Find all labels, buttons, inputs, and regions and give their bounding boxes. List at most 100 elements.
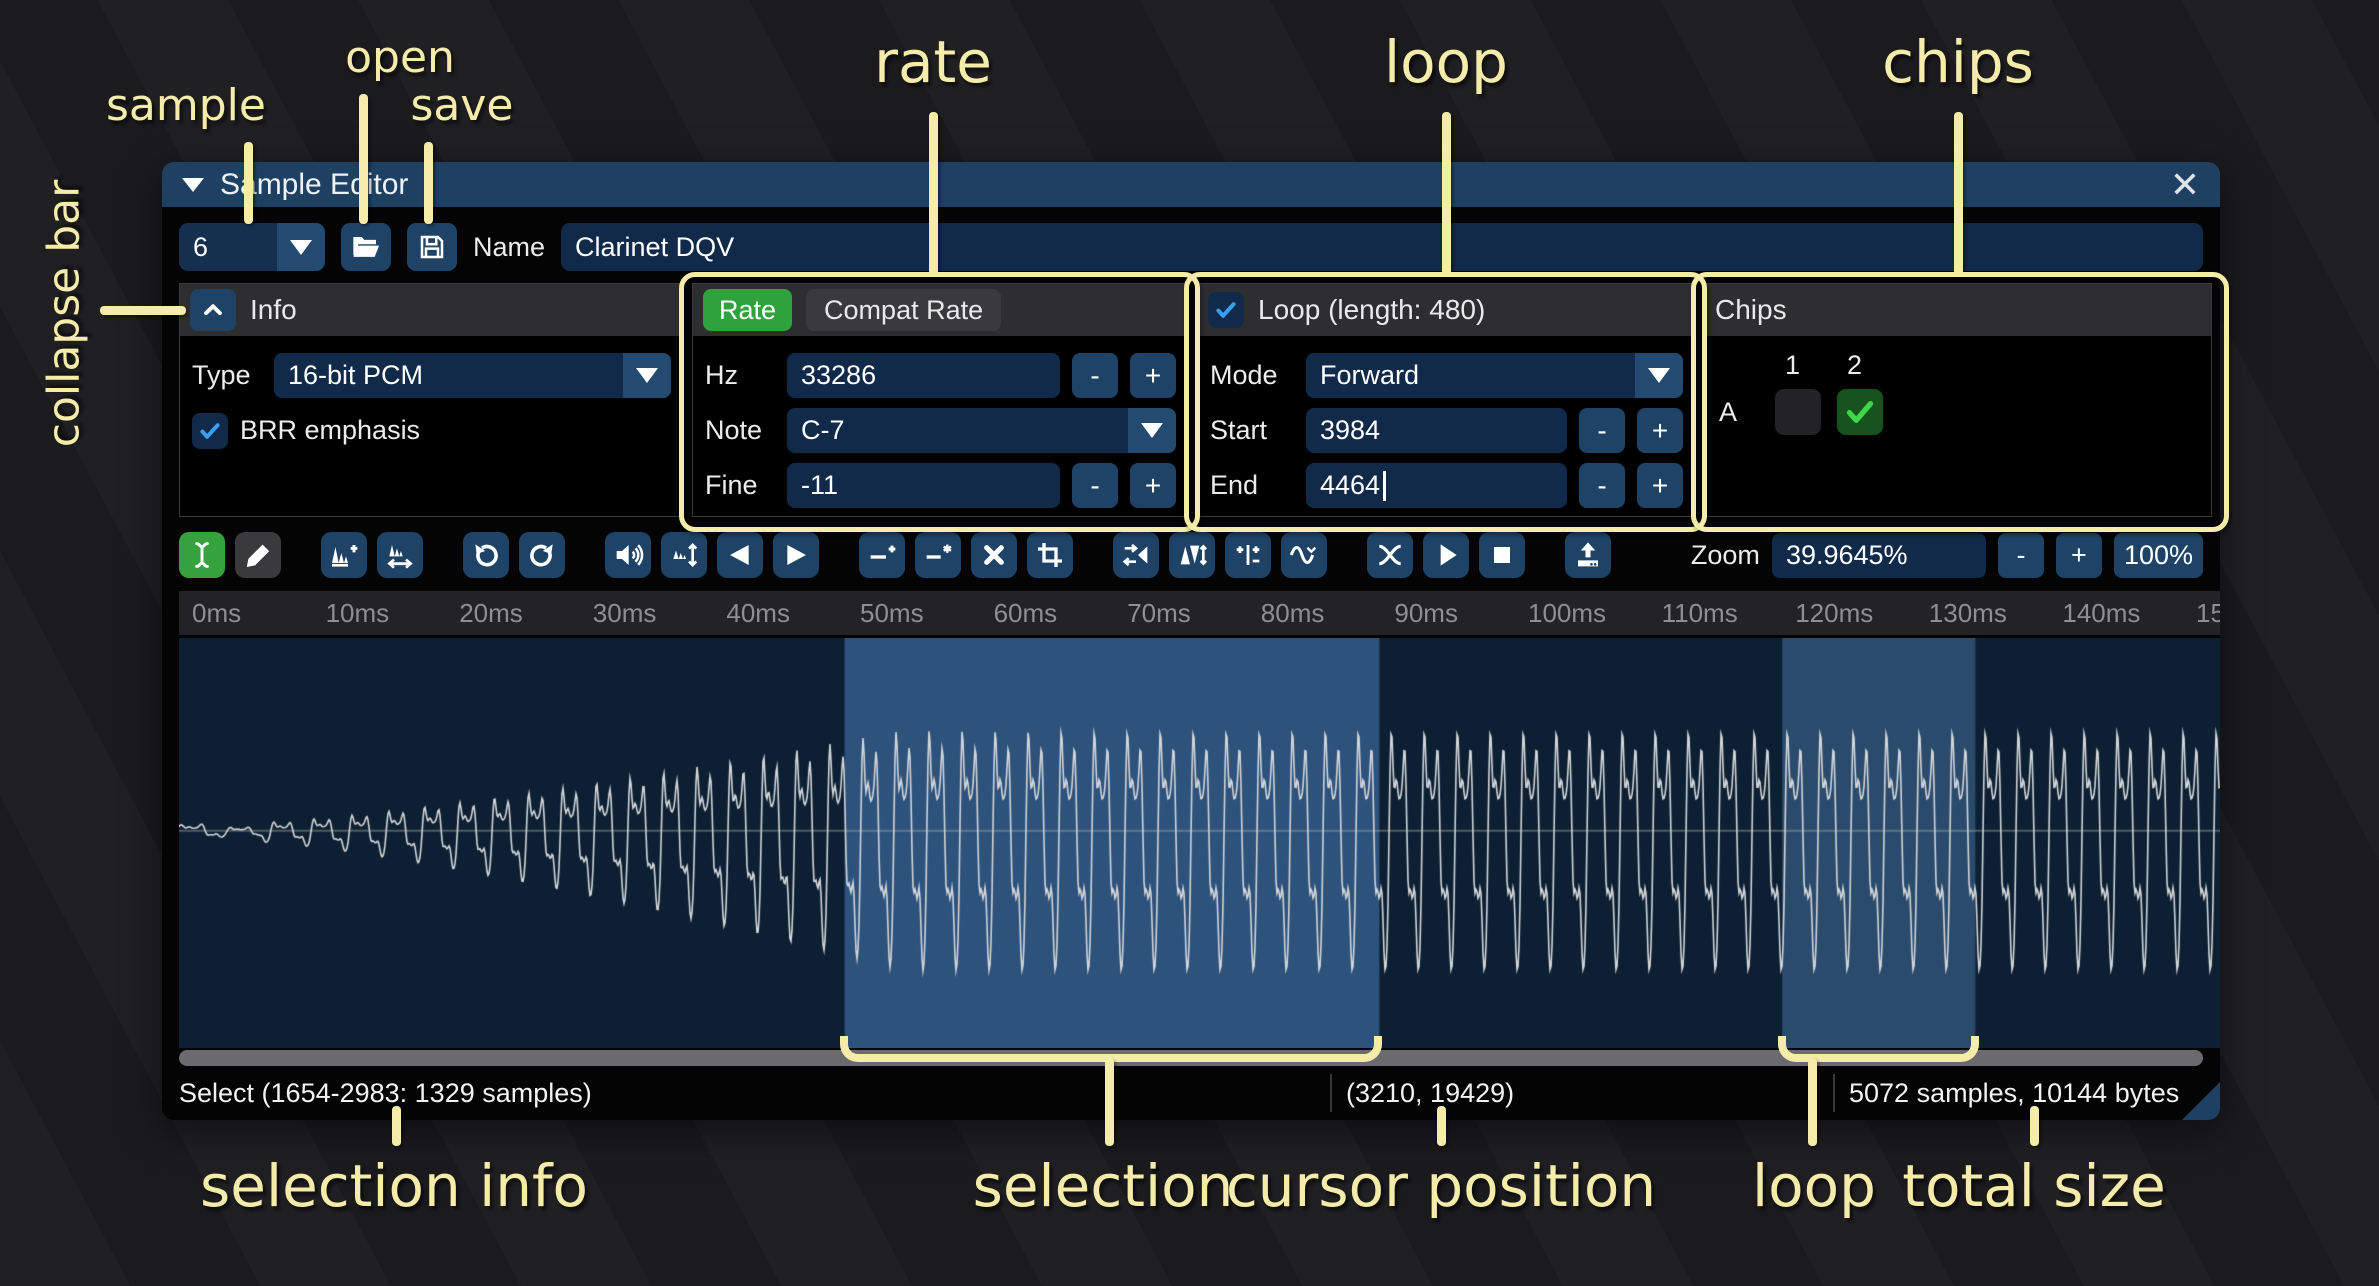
timeline-tick-label: 120ms	[1795, 598, 1873, 629]
zoom-reset-button[interactable]: 100%	[2114, 533, 2203, 578]
timeline-tick-label: 70ms	[1127, 598, 1191, 629]
sign-button[interactable]	[1225, 532, 1271, 578]
loop-enable-checkbox[interactable]	[1208, 292, 1244, 328]
window-collapse-icon[interactable]	[182, 178, 204, 192]
top-controls-row: 6 Name Clarinet DQV	[179, 223, 2203, 271]
loop-start-minus-button[interactable]: -	[1579, 408, 1625, 453]
crossfade-button[interactable]	[1367, 532, 1413, 578]
select-button[interactable]	[179, 532, 225, 578]
reverse-button[interactable]	[1113, 532, 1159, 578]
amplify-button[interactable]	[605, 532, 651, 578]
total-size-text: 5072 samples, 10144 bytes	[1833, 1074, 2220, 1112]
loop-end-plus-button[interactable]: +	[1637, 463, 1683, 508]
collapse-bar-button[interactable]	[190, 289, 236, 331]
loop-end-input[interactable]: 4464	[1306, 463, 1567, 508]
amplify-icon	[612, 539, 644, 571]
timeline-tick-label: 110ms	[1662, 598, 1738, 629]
timeline-tick-label: 90ms	[1394, 598, 1458, 629]
chips-panel: Chips 1 2 A	[1704, 283, 2212, 517]
preview-play-button[interactable]	[1423, 532, 1469, 578]
sample-editor-window: Sample Editor ✕ 6 Name	[162, 162, 2220, 1120]
sample-selector[interactable]: 6	[179, 223, 325, 271]
preview-stop-button[interactable]	[1479, 532, 1525, 578]
name-label: Name	[473, 232, 545, 263]
resize-grip[interactable]	[2182, 1082, 2220, 1120]
zoom-in-button[interactable]: +	[2056, 533, 2102, 578]
chips-panel-title: Chips	[1715, 294, 1787, 326]
loop-end-minus-button[interactable]: -	[1579, 463, 1625, 508]
waveform-scrollbar[interactable]	[179, 1050, 2203, 1066]
annotation-loop-bottom: loop	[1752, 1152, 1876, 1220]
loop-mode-dropdown[interactable]: Forward	[1306, 353, 1683, 398]
resample-button[interactable]	[377, 532, 423, 578]
loop-start-plus-button[interactable]: +	[1637, 408, 1683, 453]
timeline-ruler[interactable]: 0ms10ms20ms30ms40ms50ms60ms70ms80ms90ms1…	[179, 591, 2220, 635]
timeline-tick-label: 100ms	[1528, 598, 1606, 629]
chip-2-checkbox[interactable]	[1837, 389, 1883, 435]
fade-out-button[interactable]	[773, 532, 819, 578]
chips-column-headers: 1 2	[1775, 350, 2211, 381]
fine-minus-button[interactable]: -	[1072, 463, 1118, 508]
normalize-button[interactable]	[661, 532, 707, 578]
waveform-canvas[interactable]	[179, 638, 2220, 1048]
open-sample-button[interactable]	[341, 223, 391, 271]
fine-plus-button[interactable]: +	[1130, 463, 1176, 508]
info-panel: Info Type 16-bit PCM BRR emph	[179, 283, 684, 517]
check-icon	[196, 417, 224, 445]
waveform-view[interactable]	[179, 638, 2220, 1048]
hz-plus-button[interactable]: +	[1130, 353, 1176, 398]
trim-button[interactable]	[1027, 532, 1073, 578]
title-bar[interactable]: Sample Editor ✕	[162, 162, 2220, 207]
info-panel-title: Info	[250, 294, 297, 326]
reverse-icon	[1120, 539, 1152, 571]
annotation-sample: sample	[106, 80, 266, 131]
undo-button[interactable]	[463, 532, 509, 578]
rate-button[interactable]: Rate	[703, 289, 792, 331]
hz-input[interactable]: 33286	[787, 353, 1060, 398]
sample-toolbar: Zoom 39.9645% - + 100%	[179, 529, 2203, 581]
type-dropdown-arrow[interactable]	[623, 353, 671, 398]
timeline-tick-label: 10ms	[326, 598, 390, 629]
invert-button[interactable]	[1169, 532, 1215, 578]
mode-label: Mode	[1210, 360, 1294, 391]
chevron-up-icon	[198, 295, 228, 325]
brr-emphasis-checkbox[interactable]	[192, 413, 228, 449]
loop-start-label: Start	[1210, 415, 1294, 446]
insert-silence-button[interactable]	[859, 532, 905, 578]
fine-label: Fine	[705, 470, 775, 501]
hz-minus-button[interactable]: -	[1072, 353, 1118, 398]
chip-1-checkbox[interactable]	[1775, 389, 1821, 435]
crossfade-icon	[1374, 539, 1406, 571]
redo-icon	[526, 539, 558, 571]
redo-button[interactable]	[519, 532, 565, 578]
hz-label: Hz	[705, 360, 775, 391]
save-sample-button[interactable]	[407, 223, 457, 271]
fine-input[interactable]: -11	[787, 463, 1060, 508]
close-icon[interactable]: ✕	[2170, 167, 2200, 203]
loop-mode-arrow[interactable]	[1635, 353, 1683, 398]
invert-icon	[1176, 539, 1208, 571]
loop-panel-header: Loop (length: 480)	[1198, 284, 1695, 336]
annotation-total-size: total size	[1902, 1152, 2166, 1220]
note-dropdown-arrow[interactable]	[1128, 408, 1176, 453]
resample-icon	[384, 539, 416, 571]
zoom-input[interactable]: 39.9645%	[1772, 533, 1986, 578]
name-input[interactable]: Clarinet DQV	[561, 223, 2203, 271]
trim-icon	[1034, 539, 1066, 571]
resize-button[interactable]	[321, 532, 367, 578]
loop-start-input[interactable]: 3984	[1306, 408, 1567, 453]
apply-silence-button[interactable]	[915, 532, 961, 578]
draw-button[interactable]	[235, 532, 281, 578]
type-dropdown[interactable]: 16-bit PCM	[274, 353, 671, 398]
annotation-selection-info: selection info	[200, 1152, 588, 1220]
zoom-out-button[interactable]: -	[1998, 533, 2044, 578]
delete-button[interactable]	[971, 532, 1017, 578]
note-dropdown[interactable]: C-7	[787, 408, 1176, 453]
timeline-tick-label: 50ms	[860, 598, 924, 629]
selection-info-text: Select (1654-2983: 1329 samples)	[162, 1078, 1330, 1109]
fade-in-button[interactable]	[717, 532, 763, 578]
filter-button[interactable]	[1281, 532, 1327, 578]
compat-rate-tab[interactable]: Compat Rate	[806, 289, 1001, 331]
sample-selector-arrow[interactable]	[277, 223, 325, 271]
make-wavetable-button[interactable]	[1565, 532, 1611, 578]
